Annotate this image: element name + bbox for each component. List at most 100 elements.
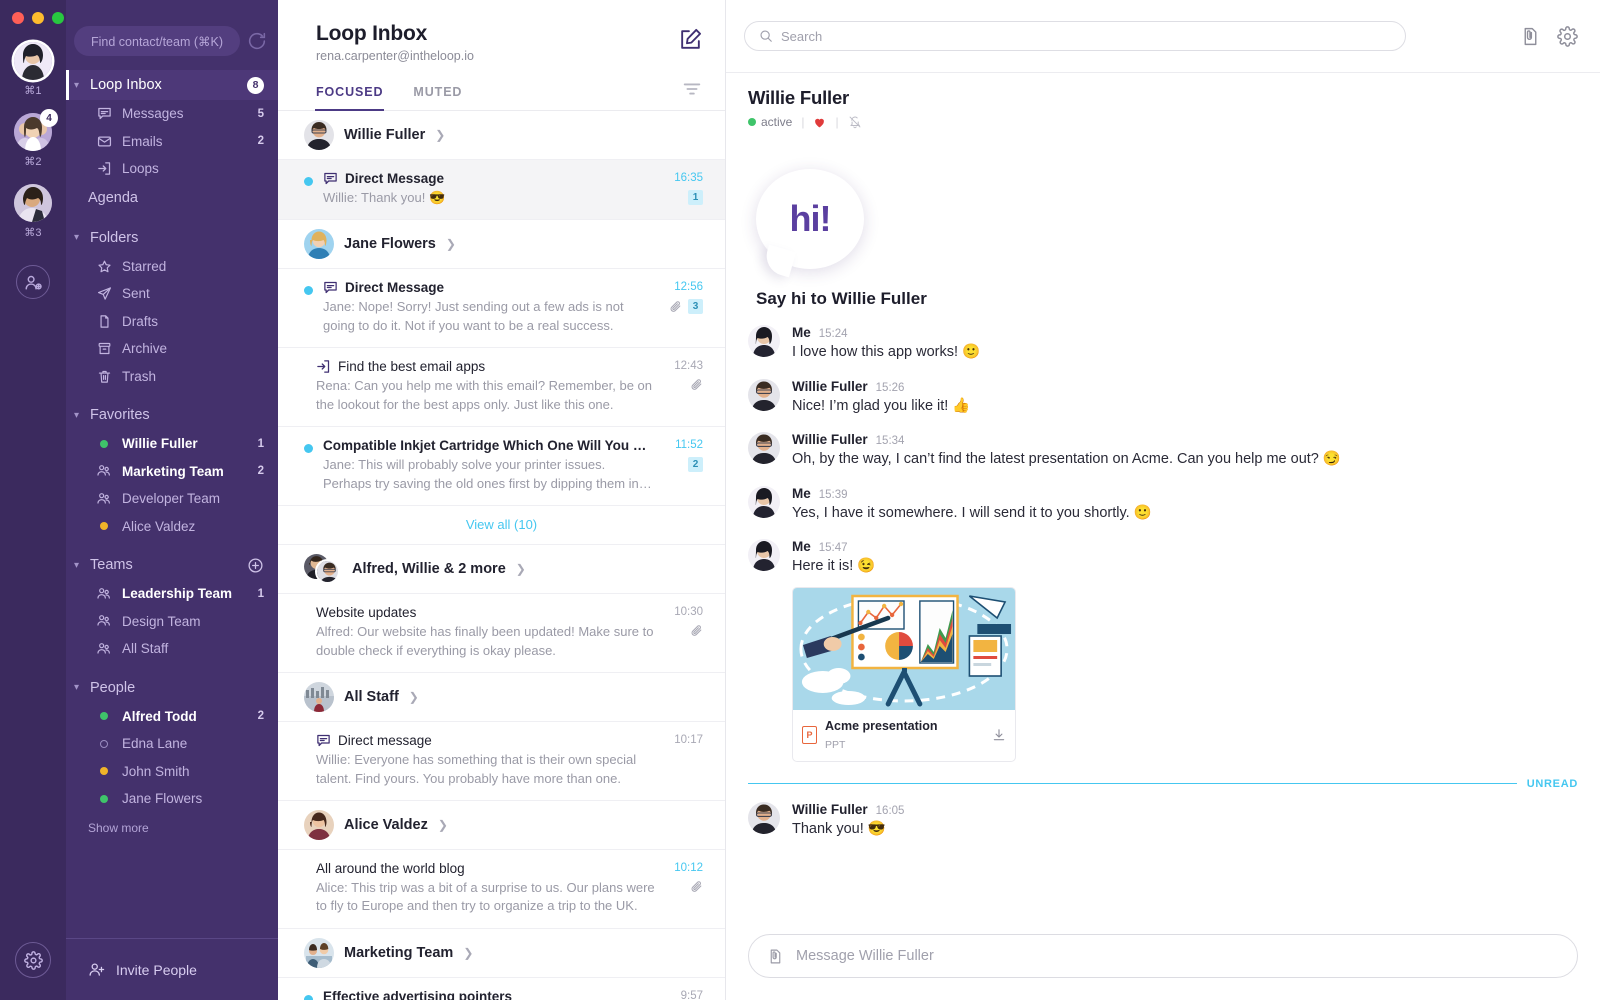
list-group-header[interactable]: Willie Fuller ❯ [278,111,725,160]
sidebar-item-marketing-team[interactable]: Marketing Team 2 [66,458,278,486]
sidebar-item-starred[interactable]: Starred [66,253,278,281]
rail-account-1[interactable]: ⌘1 [14,42,52,97]
hi-bubble-text: hi! [789,198,832,239]
attachment-icon [690,624,703,637]
list-item[interactable]: Compatible Inkjet Cartridge Which One Wi… [278,427,725,507]
maximize-button[interactable] [52,12,64,24]
sidebar-item-leadership-team[interactable]: Leadership Team 1 [66,580,278,608]
sidebar-section-people[interactable]: ▾ People [66,673,278,703]
sidebar-item-count: 2 [257,465,264,478]
loop-icon [316,359,331,374]
sidebar-section-favorites[interactable]: ▾ Favorites [66,400,278,430]
archive-icon [96,341,112,357]
sidebar-item-developer-team[interactable]: Developer Team [66,485,278,513]
sidebar-item-willie-fuller[interactable]: Willie Fuller 1 [66,430,278,458]
avatar [14,42,52,80]
inbox-header: Loop Inbox rena.carpenter@intheloop.io [278,0,725,63]
sidebar-section-folders[interactable]: ▾ Folders [66,223,278,253]
list-item[interactable]: Direct message Willie: Everyone has some… [278,722,725,801]
list-item-title: Direct Message [345,280,445,296]
sidebar-item-count: 1 [257,587,264,600]
heart-icon[interactable] [813,116,826,129]
sidebar-item-agenda[interactable]: Agenda [66,183,278,213]
sidebar-item-label: Leadership Team [122,586,233,602]
sidebar-section-loop-inbox[interactable]: ▾ Loop Inbox 8 [66,70,278,100]
sidebar-item-john-smith[interactable]: John Smith [66,758,278,786]
chevron-down-icon: ▾ [74,682,80,693]
attachment-card[interactable]: P Acme presentation PPT [792,586,1016,762]
sync-icon[interactable] [246,30,268,52]
list-item-preview: Jane: Nope! Sorry! Just sending out a fe… [323,299,624,333]
unread-indicator [304,994,313,1000]
sidebar-item-loops[interactable]: Loops [66,155,278,183]
sidebar-item-label: Alice Valdez [122,518,196,534]
sidebar-item-design-team[interactable]: Design Team [66,608,278,636]
sidebar-item-sent[interactable]: Sent [66,280,278,308]
list-group-header[interactable]: Marketing Team ❯ [278,929,725,978]
compose-icon[interactable] [678,27,703,57]
message-input-placeholder: Message Willie Fuller [796,948,934,964]
chevron-right-icon: ❯ [445,237,456,252]
invite-people-button[interactable]: Invite People [66,938,278,1000]
presentation-illustration [793,587,1015,710]
download-icon[interactable] [992,728,1006,742]
unread-indicator [304,177,313,186]
chevron-down-icon: ▾ [74,232,80,243]
sidebar-section-label: Agenda [88,189,138,206]
list-group-header[interactable]: Jane Flowers ❯ [278,220,725,270]
team-icon [96,641,112,657]
attachment-icon[interactable] [767,948,784,965]
show-more-button[interactable]: Show more [66,813,278,835]
list-item[interactable]: Direct Message Jane: Nope! Sorry! Just s… [278,269,725,349]
sidebar-item-trash[interactable]: Trash [66,363,278,391]
unread-divider: UNREAD [748,778,1578,790]
list-item-preview: Alfred: Our website has finally been upd… [316,624,654,658]
sidebar-item-alfred-todd[interactable]: Alfred Todd 2 [66,703,278,731]
sidebar-item-label: Trash [122,368,157,384]
list-group-header[interactable]: All Staff ❯ [278,673,725,723]
conversation-header: Willie Fuller active | | [726,72,1600,139]
files-icon[interactable] [1520,26,1541,47]
list-item[interactable]: All around the world blog Alice: This tr… [278,850,725,929]
avatar [304,229,334,260]
add-person-icon[interactable] [16,265,50,299]
status-dot-green-icon [96,436,112,452]
settings-gear-icon[interactable] [1557,25,1578,47]
message-time: 15:47 [818,542,848,555]
sidebar-item-all-staff[interactable]: All Staff [66,635,278,663]
bell-muted-icon[interactable] [848,115,862,129]
message-list[interactable]: hi! Say hi to Willie Fuller Me 15:24 I l… [726,139,1600,918]
sidebar-item-messages[interactable]: Messages 5 [66,100,278,128]
search-input[interactable]: Search [744,21,1406,51]
message-input[interactable]: Message Willie Fuller [748,934,1578,978]
conversation-status: active | | [748,115,1578,129]
find-contact-input[interactable]: Find contact/team (⌘K) [74,26,240,56]
message-text: Here it is! 😉 [792,558,876,575]
sidebar-item-emails[interactable]: Emails 2 [66,128,278,156]
sidebar-item-jane-flowers[interactable]: Jane Flowers [66,785,278,813]
add-team-icon[interactable] [247,557,264,574]
tab-muted[interactable]: MUTED [413,77,462,110]
list-item[interactable]: Find the best email apps Rena: Can you h… [278,348,725,428]
close-button[interactable] [12,12,24,24]
status-dot-green-icon [96,791,112,807]
rail-account-3[interactable]: ⌘3 [14,184,52,239]
minimize-button[interactable] [32,12,44,24]
list-item[interactable]: Effective advertising pointers We’ve all… [278,978,725,1000]
inbox-list[interactable]: Willie Fuller ❯ Direct Message Willie: T… [278,111,725,1000]
list-group-header[interactable]: Alice Valdez ❯ [278,801,725,850]
sidebar-item-edna-lane[interactable]: Edna Lane [66,730,278,758]
list-item[interactable]: Website updates Alfred: Our website has … [278,594,725,674]
tab-focused[interactable]: FOCUSED [314,77,385,111]
settings-gear-icon[interactable] [15,942,51,978]
list-item[interactable]: Direct Message Willie: Thank you! 😎 16:3… [278,160,725,221]
rail-account-2[interactable]: 4 ⌘2 [14,109,58,168]
sidebar-section-teams[interactable]: ▾ Teams [66,550,278,580]
sidebar-item-archive[interactable]: Archive [66,335,278,363]
view-all-button[interactable]: View all (10) [278,506,725,546]
sidebar-item-alice-valdez[interactable]: Alice Valdez [66,513,278,541]
conversation-title: Willie Fuller [748,87,850,108]
filter-icon[interactable] [681,78,703,109]
sidebar-item-drafts[interactable]: Drafts [66,308,278,336]
list-group-header[interactable]: Alfred, Willie & 2 more ❯ [278,545,725,595]
